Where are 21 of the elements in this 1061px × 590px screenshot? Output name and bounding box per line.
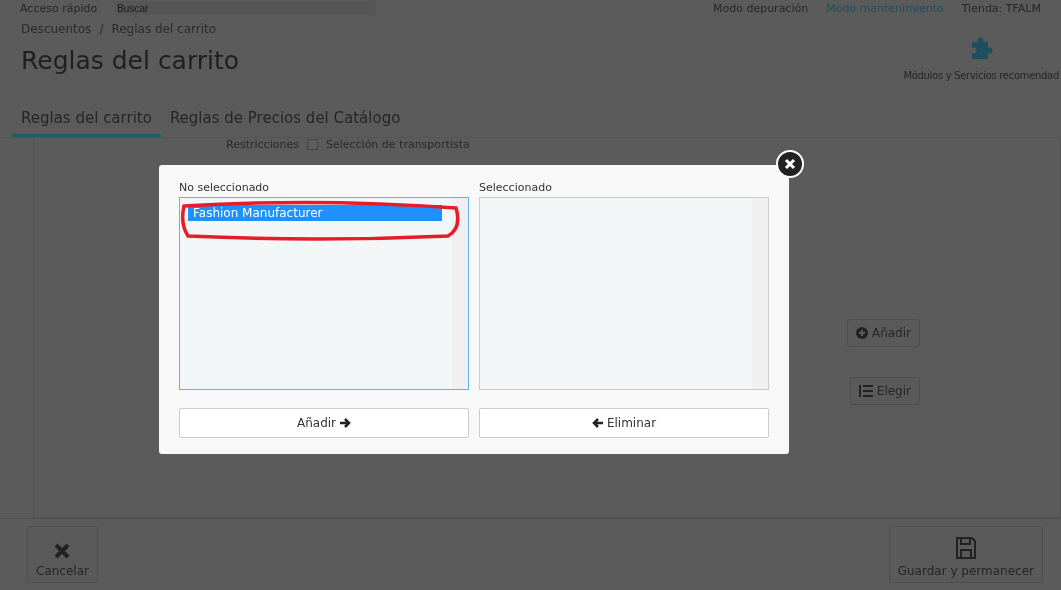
add-button[interactable]: Añadir: [179, 408, 469, 438]
close-icon: [784, 158, 796, 170]
scrollbar[interactable]: [752, 198, 768, 389]
close-button[interactable]: [776, 150, 804, 178]
search-field[interactable]: Buscar: [115, 1, 376, 15]
breadcrumb-separator: /: [99, 22, 104, 36]
arrow-left-icon: [591, 417, 604, 429]
list-label: No seleccionado: [179, 181, 271, 194]
checkbox[interactable]: [306, 139, 318, 150]
list-label: Seleccionado: [479, 181, 553, 194]
remove-button[interactable]: Eliminar: [479, 408, 769, 438]
page-title: Reglas del carrito: [21, 46, 240, 75]
list-option[interactable]: Fashion Manufacturer: [188, 205, 442, 221]
maintenance-mode-link[interactable]: Modo mantenimiento: [826, 1, 944, 15]
listbox[interactable]: Fashion Manufacturer: [179, 197, 469, 390]
scrollbar[interactable]: [452, 198, 468, 389]
listbox[interactable]: [479, 197, 769, 390]
plus-circle-icon: [855, 327, 868, 339]
list-icon: [858, 385, 873, 397]
arrow-right-icon: [339, 417, 352, 429]
close-icon: [53, 542, 72, 560]
